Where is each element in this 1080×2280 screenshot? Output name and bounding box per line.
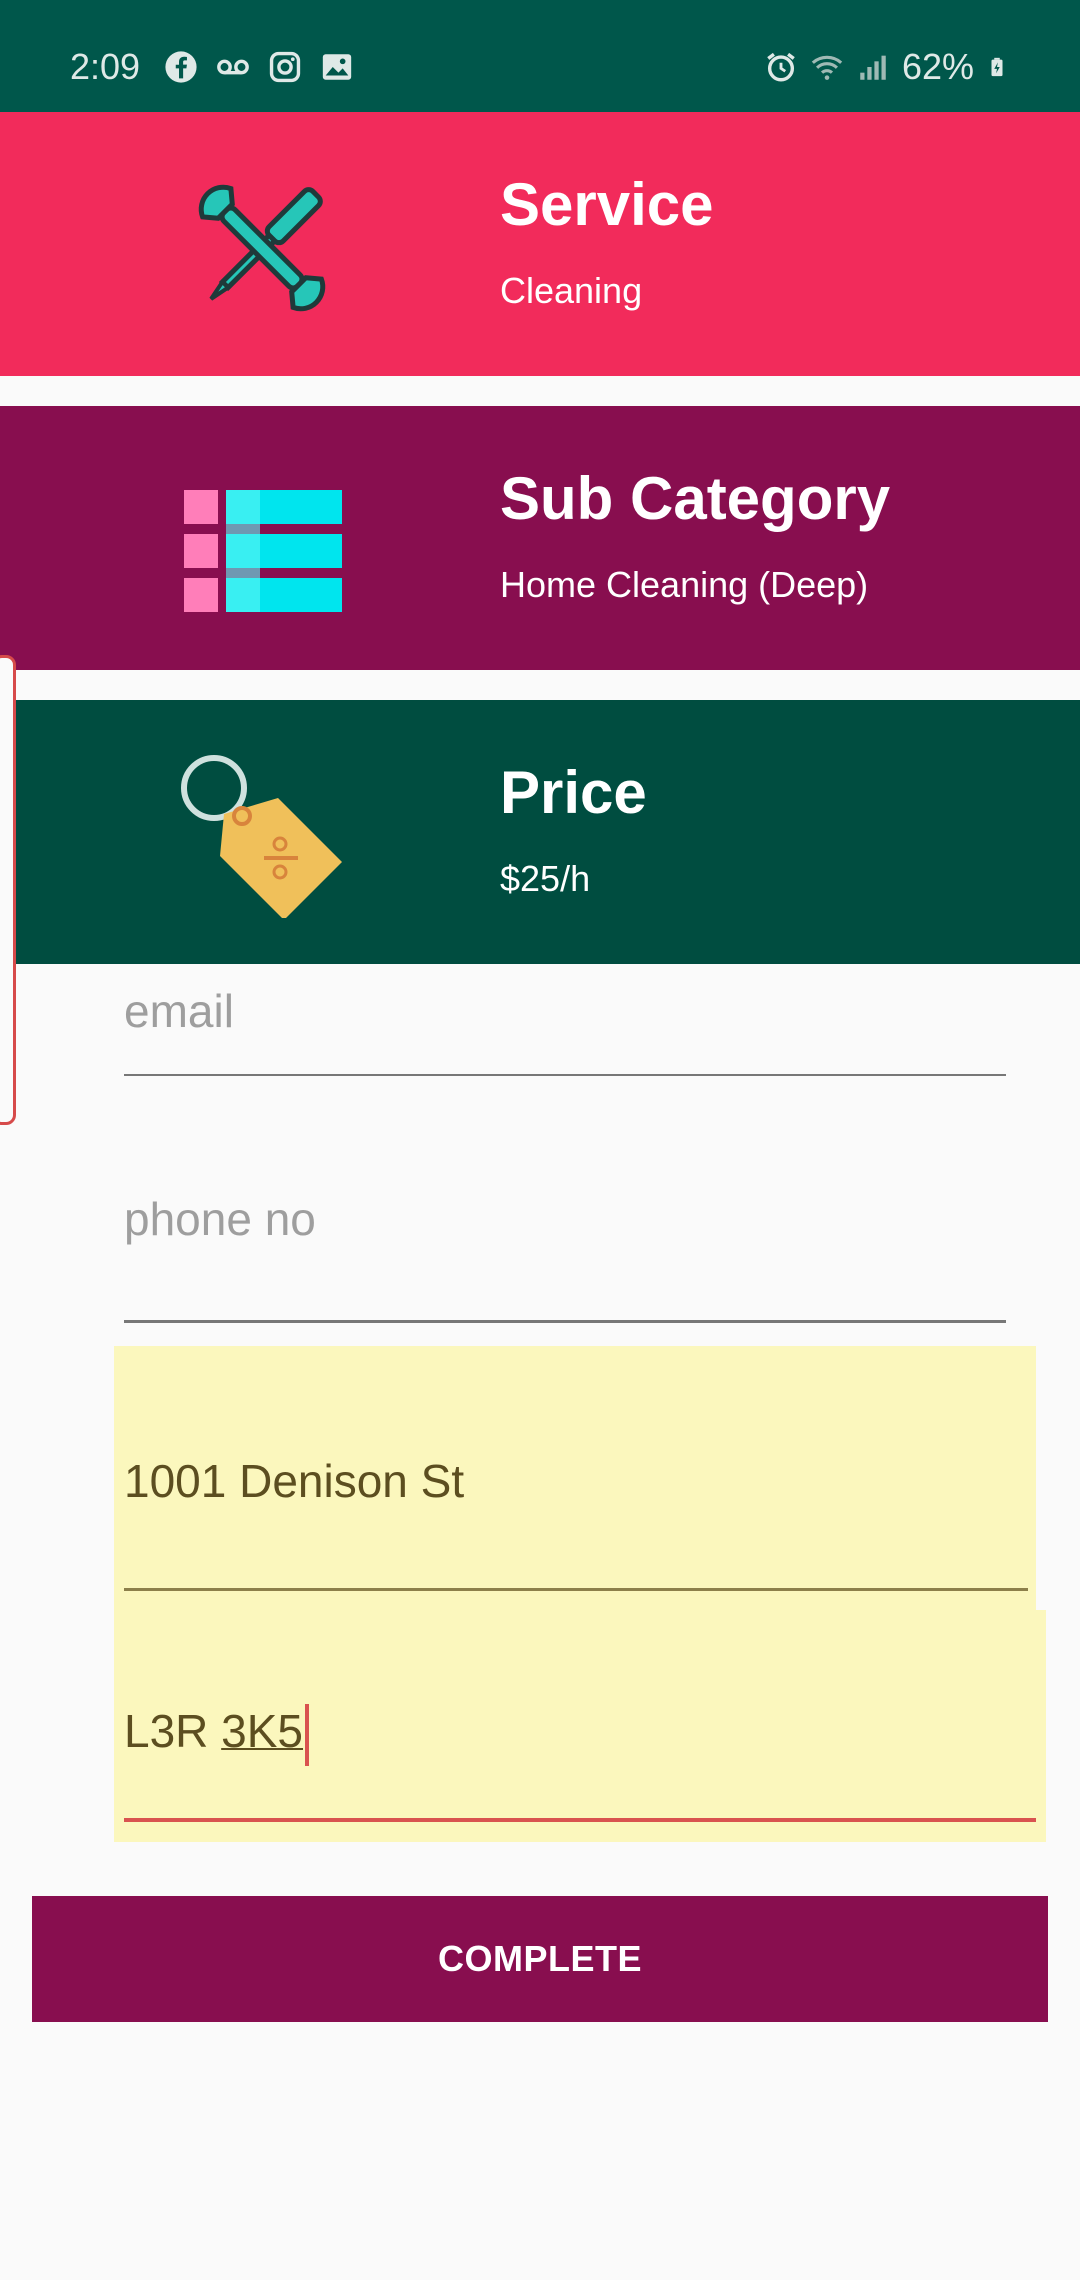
email-placeholder: email [124, 985, 234, 1037]
price-tag-icon [180, 754, 344, 920]
facebook-icon [165, 51, 197, 83]
address-value: 1001 Denison St [124, 1455, 465, 1507]
price-value: $25/h [500, 858, 591, 899]
alarm-icon [767, 52, 795, 82]
status-left-icons [164, 50, 354, 84]
image-icon [322, 54, 352, 80]
list-icon [180, 460, 344, 624]
postal-value-prefix: L3R [124, 1705, 222, 1758]
service-title: Service [500, 171, 714, 238]
tools-icon [180, 166, 344, 330]
phone-field[interactable]: phone no [124, 1190, 1006, 1326]
wifi-icon [811, 55, 843, 80]
signal-icon [860, 55, 886, 80]
status-time: 2:09 [70, 46, 141, 87]
status-right: 62% [764, 46, 1008, 88]
status-bar: 2:09 62% [0, 0, 1080, 112]
service-value: Cleaning [500, 270, 643, 311]
address-field[interactable]: 1001 Denison St [124, 1346, 1028, 1610]
instagram-icon [269, 51, 301, 83]
battery-percent: 62% [901, 46, 974, 87]
sub-category-value: Home Cleaning (Deep) [500, 564, 869, 605]
sub-category-card[interactable]: Sub Category Home Cleaning (Deep) [0, 406, 1080, 670]
sub-category-title: Sub Category [500, 465, 891, 532]
phone-underline [124, 1320, 1006, 1323]
postal-value: L3R 3K5 [124, 1704, 310, 1766]
voicemail-icon [217, 59, 249, 75]
price-card[interactable]: Price $25/h [0, 700, 1080, 964]
postal-field[interactable]: L3R 3K5 [124, 1610, 1036, 1842]
postal-value-underlined: 3K5 [221, 1705, 304, 1758]
postal-underline [124, 1818, 1036, 1822]
service-card[interactable]: Service Cleaning [0, 112, 1080, 376]
email-field[interactable]: email [124, 964, 1006, 1076]
side-edge-handle[interactable] [0, 655, 16, 1125]
address-underline [124, 1588, 1028, 1591]
price-title: Price [500, 759, 647, 826]
complete-button[interactable]: COMPLETE [32, 1896, 1048, 2022]
phone-placeholder: phone no [124, 1193, 316, 1245]
text-cursor [305, 1704, 310, 1766]
battery-icon [991, 57, 1003, 77]
email-underline [124, 1074, 1006, 1076]
